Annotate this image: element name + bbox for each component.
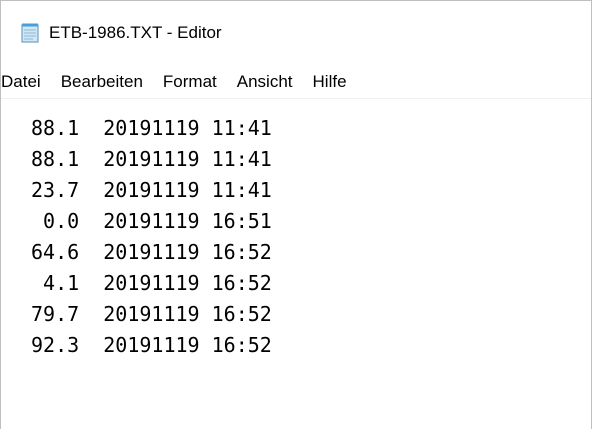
menu-item-bearbeiten[interactable]: Bearbeiten — [61, 70, 149, 94]
text-line: 4.1 20191119 16:52 — [31, 271, 272, 295]
title-bar[interactable]: ETB-1986.TXT - Editor — [1, 1, 591, 65]
menu-bar: Datei Bearbeiten Format Ansicht Hilfe — [1, 65, 591, 99]
text-line: 88.1 20191119 11:41 — [31, 116, 272, 140]
editor-window: ETB-1986.TXT - Editor Datei Bearbeiten F… — [0, 0, 592, 429]
text-line: 0.0 20191119 16:51 — [31, 209, 272, 233]
text-line: 79.7 20191119 16:52 — [31, 302, 272, 326]
text-line: 88.1 20191119 11:41 — [31, 147, 272, 171]
menu-item-hilfe[interactable]: Hilfe — [313, 70, 353, 94]
text-line: 23.7 20191119 11:41 — [31, 178, 272, 202]
text-line: 64.6 20191119 16:52 — [31, 240, 272, 264]
window-title: ETB-1986.TXT - Editor — [49, 23, 222, 42]
text-line: 92.3 20191119 16:52 — [31, 333, 272, 357]
menu-item-format[interactable]: Format — [163, 70, 223, 94]
notepad-icon — [21, 23, 39, 43]
menu-item-datei[interactable]: Datei — [1, 70, 47, 94]
text-editor-area[interactable]: 88.1 20191119 11:41 88.1 20191119 11:41 … — [1, 113, 591, 429]
menu-item-ansicht[interactable]: Ansicht — [237, 70, 299, 94]
